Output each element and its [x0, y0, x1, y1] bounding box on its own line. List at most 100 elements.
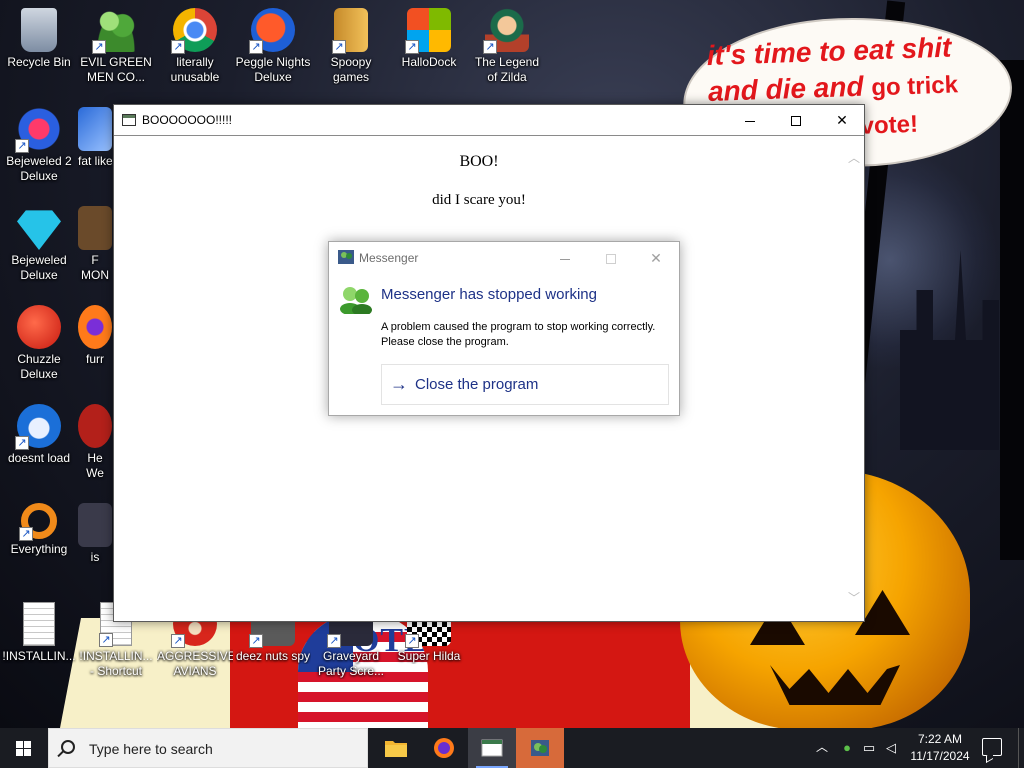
zelda-icon: ↗ [483, 8, 529, 54]
desktop-icon-fat-like[interactable]: fat like [78, 107, 112, 169]
shortcut-arrow-icon: ↗ [171, 634, 185, 648]
desktop-icon-f-mon[interactable]: F MON [78, 206, 112, 283]
desktop-icon-label: AGGRESSIVE AVIANS [157, 649, 233, 678]
desktop-icon-legend-of-zilda[interactable]: ↗ The Legend of Zilda [469, 8, 545, 85]
desktop-icon-is[interactable]: is [78, 503, 112, 565]
shortcut-arrow-icon: ↗ [249, 40, 263, 54]
messenger-tray-icon[interactable]: ● [838, 739, 856, 757]
start-button[interactable] [0, 728, 48, 768]
taskbar-firefox[interactable] [420, 728, 468, 768]
desktop-icon-installing[interactable]: !INSTALLIN... [1, 602, 77, 664]
chuzzle-icon [17, 305, 61, 349]
chrome-icon: ↗ [171, 8, 217, 54]
text-file-icon [23, 602, 55, 646]
desktop-icon-peggle[interactable]: ↗ Peggle Nights Deluxe [235, 8, 311, 85]
folder-icon: ↗ [332, 8, 368, 54]
scroll-up-arrow-icon[interactable]: ︿ [847, 151, 861, 165]
shortcut-arrow-icon: ↗ [15, 436, 29, 450]
window-app-icon [122, 114, 136, 126]
close-icon: ✕ [836, 112, 848, 128]
page-heading: BOO! [459, 153, 499, 170]
search-placeholder: Type here to search [89, 741, 213, 757]
desktop-icon-spoopy-games[interactable]: ↗ Spoopy games [313, 8, 389, 85]
shortcut-arrow-icon: ↗ [249, 634, 263, 648]
dialog-minimize-button[interactable] [550, 246, 580, 270]
desktop-icon-furr[interactable]: furr [78, 305, 112, 367]
shortcut-arrow-icon: ↗ [327, 634, 341, 648]
desktop-icon-label: furr [86, 352, 104, 366]
desktop-icon-everything[interactable]: ↗ Everything [1, 503, 77, 557]
taskbar-search-box[interactable]: Type here to search [48, 728, 368, 768]
dialog-heading: Messenger has stopped working [381, 286, 597, 303]
desktop-icon-label: Everything [10, 542, 68, 556]
balloon-text-small: go trick [870, 71, 959, 102]
diamond-icon [17, 210, 61, 250]
shortcut-arrow-icon: ↗ [483, 40, 497, 54]
clock-time: 7:22 AM [917, 732, 963, 746]
desktop-icon-evil-green-men[interactable]: ↗ EVIL GREEN MEN CO... [78, 8, 154, 85]
messenger-error-dialog: Messenger ✕ Messenger has stopped workin… [328, 241, 680, 416]
recycle-bin-icon [21, 8, 57, 52]
taskbar-clock[interactable]: 7:22 AM 11/17/2024 [902, 731, 978, 765]
desktop-icon-recycle-bin[interactable]: Recycle Bin [1, 8, 77, 70]
desktop-icon-label: literally unusable [170, 55, 220, 84]
scroll-down-arrow-icon[interactable]: ﹀ [847, 591, 861, 605]
close-the-program-button[interactable]: → Close the program [381, 364, 669, 405]
messenger-buddies-icon [340, 287, 372, 314]
desktop-icon-label: doesnt load [7, 451, 71, 465]
dialog-message: A problem caused the program to stop wor… [381, 321, 656, 348]
desktop-icon-label: Peggle Nights Deluxe [235, 55, 311, 84]
desktop-icon-bejeweled-2[interactable]: ↗ Bejeweled 2 Deluxe [1, 107, 77, 184]
dialog-close-button[interactable]: ✕ [641, 246, 671, 270]
desktop-icon-label: !INSTALLIN... [2, 649, 76, 663]
minimize-button[interactable] [727, 105, 773, 135]
app-icon [78, 107, 112, 151]
volume-icon[interactable]: ◁ [882, 739, 900, 757]
shortcut-arrow-icon: ↗ [171, 40, 185, 54]
desktop-icon-label: Bejeweled 2 Deluxe [6, 154, 72, 183]
shortcut-arrow-icon: ↗ [92, 40, 106, 54]
firefox-icon [434, 738, 454, 758]
maximize-button[interactable] [773, 105, 819, 135]
desktop-icon-doesnt-load[interactable]: ↗ doesnt load [1, 404, 77, 466]
desktop-icon-chrome[interactable]: ↗ literally unusable [157, 8, 233, 85]
app-icon [78, 206, 112, 250]
taskbar: Type here to search ︿ ● ▭ ◁ 7:22 AM 11/1… [0, 728, 1024, 768]
app-icon [78, 503, 112, 547]
taskbar-file-explorer[interactable] [372, 728, 420, 768]
desktop-icon-label: is [90, 550, 100, 564]
desktop-icon-he-we[interactable]: He We [78, 404, 112, 481]
desktop-icon-label: The Legend of Zilda [474, 55, 540, 84]
shortcut-arrow-icon: ↗ [99, 633, 113, 647]
app-icon [78, 404, 112, 448]
messenger-app-icon [531, 740, 549, 756]
dialog-title: Messenger [359, 251, 419, 265]
dialog-maximize-button [596, 246, 626, 270]
folder-icon [385, 741, 407, 757]
show-desktop-button[interactable] [1018, 728, 1024, 768]
desktop-icon-bejeweled[interactable]: Bejeweled Deluxe [1, 206, 77, 283]
taskbar-boo-window[interactable] [468, 728, 516, 768]
desktop-icon-hallodock[interactable]: ↗ HalloDock [391, 8, 467, 70]
close-button[interactable]: ✕ [819, 105, 865, 135]
shortcut-arrow-icon: ↗ [15, 139, 29, 153]
window-title: BOOOOOOO!!!!! [142, 113, 233, 127]
minimize-icon [560, 258, 570, 260]
desktop-icon-label: Bejeweled Deluxe [11, 253, 67, 282]
taskbar-messenger[interactable] [516, 728, 564, 768]
desktop-icon-label: HalloDock [401, 55, 457, 69]
dialog-titlebar[interactable]: Messenger ✕ [329, 242, 679, 274]
desktop-icon-label: fat like [78, 154, 112, 168]
messenger-buddies-icon: ↗ [92, 8, 138, 54]
show-hidden-icons-chevron-icon[interactable]: ︿ [815, 740, 829, 754]
boo-window-titlebar[interactable]: BOOOOOOO!!!!! ✕ [114, 105, 864, 136]
desktop-icon-label: Graveyard Party Scre... [317, 649, 385, 678]
clock-date: 11/17/2024 [910, 749, 970, 763]
desktop-icon-label: Chuzzle Deluxe [17, 352, 61, 381]
network-icon[interactable]: ▭ [860, 739, 878, 757]
notification-center-icon[interactable] [982, 738, 1002, 756]
thunderbird-icon: ↗ [15, 404, 61, 450]
windows-logo-icon: ↗ [405, 8, 451, 54]
desktop-icon-chuzzle[interactable]: Chuzzle Deluxe [1, 305, 77, 382]
shortcut-arrow-icon: ↗ [332, 40, 346, 54]
